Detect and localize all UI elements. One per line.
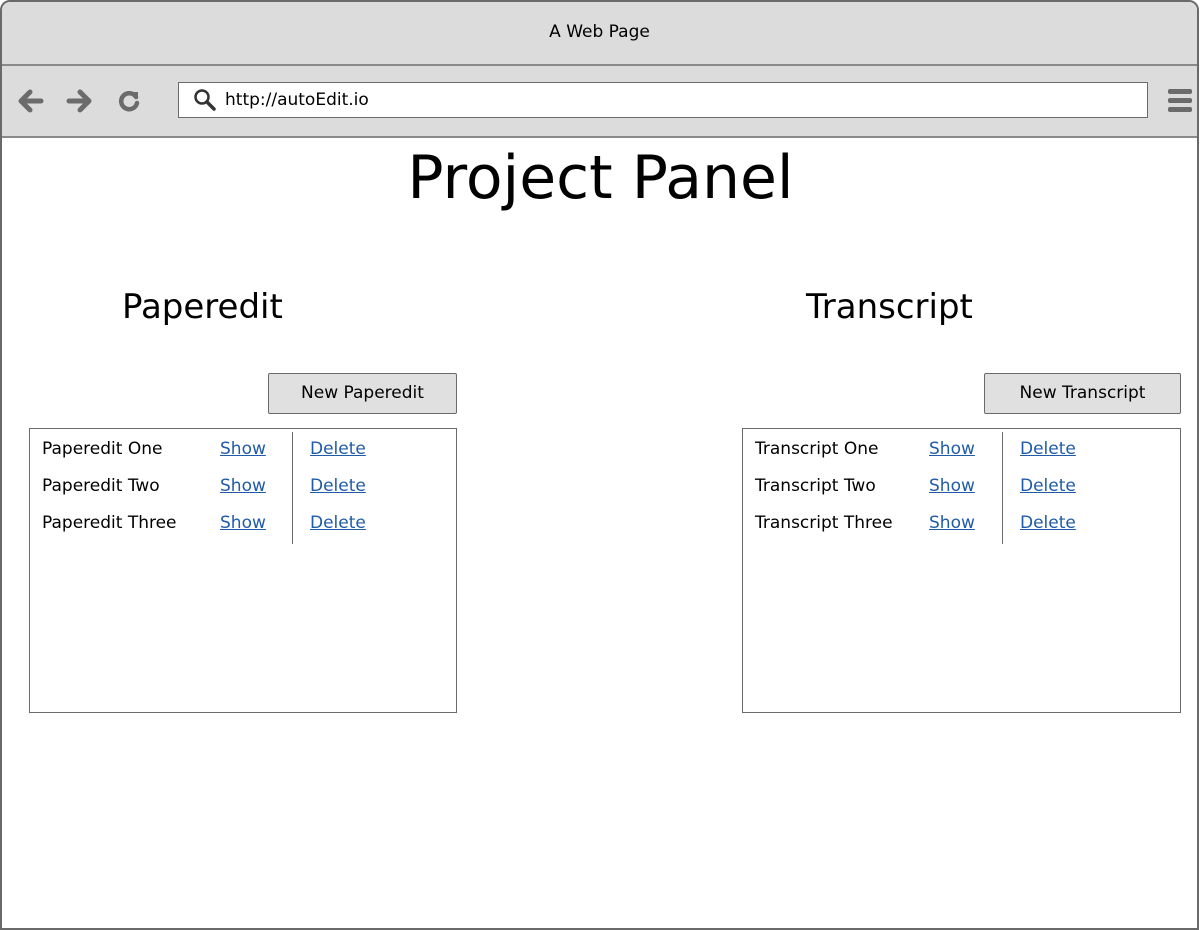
address-bar[interactable]: http://autoEdit.io [178, 82, 1148, 118]
back-arrow-icon[interactable] [18, 88, 44, 114]
forward-arrow-icon[interactable] [66, 88, 92, 114]
page-title: Project Panel [407, 143, 794, 213]
delete-link[interactable]: Delete [310, 431, 366, 468]
show-link[interactable]: Show [220, 468, 266, 505]
new-paperedit-button[interactable]: New Paperedit [268, 373, 457, 414]
column-divider [1002, 432, 1003, 544]
delete-link[interactable]: Delete [1020, 505, 1076, 542]
show-link[interactable]: Show [929, 468, 975, 505]
paperedit-name: Paperedit Two [42, 476, 160, 496]
show-link[interactable]: Show [220, 431, 266, 468]
paperedit-list: Paperedit One Show Delete Paperedit Two … [29, 428, 457, 713]
transcript-list: Transcript One Show Delete Transcript Tw… [742, 428, 1181, 713]
hamburger-menu-icon[interactable] [1167, 86, 1193, 114]
transcript-name: Transcript Two [755, 476, 876, 496]
transcript-heading: Transcript [806, 287, 973, 327]
new-transcript-button[interactable]: New Transcript [984, 373, 1181, 414]
search-icon [193, 88, 217, 112]
delete-link[interactable]: Delete [310, 468, 366, 505]
column-divider [292, 432, 293, 544]
delete-link[interactable]: Delete [1020, 468, 1076, 505]
delete-link[interactable]: Delete [1020, 431, 1076, 468]
paperedit-name: Paperedit Three [42, 513, 177, 533]
window-title: A Web Page [2, 2, 1197, 66]
delete-link[interactable]: Delete [310, 505, 366, 542]
transcript-name: Transcript Three [755, 513, 893, 533]
reload-icon[interactable] [116, 88, 142, 114]
paperedit-heading: Paperedit [122, 287, 283, 327]
browser-toolbar: http://autoEdit.io [2, 66, 1197, 138]
show-link[interactable]: Show [929, 431, 975, 468]
url-text: http://autoEdit.io [225, 90, 369, 110]
show-link[interactable]: Show [929, 505, 975, 542]
paperedit-name: Paperedit One [42, 439, 163, 459]
show-link[interactable]: Show [220, 505, 266, 542]
transcript-name: Transcript One [755, 439, 879, 459]
